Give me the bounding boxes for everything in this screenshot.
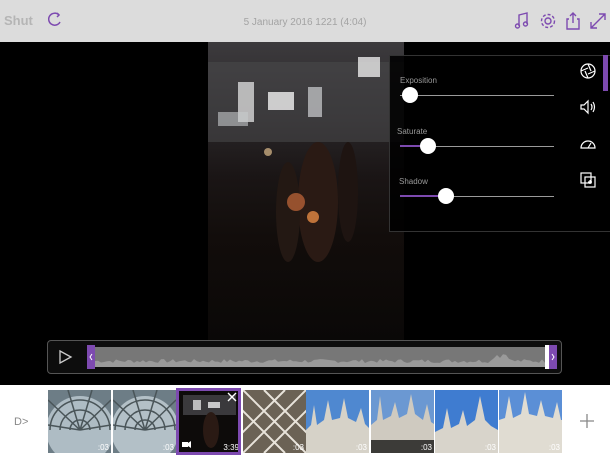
clip-duration: :03 [420, 443, 432, 452]
filmstrip-start-marker[interactable]: D> [14, 416, 28, 428]
play-icon[interactable] [55, 347, 75, 367]
trim-handle-right [549, 345, 557, 369]
music-note-icon[interactable] [512, 11, 532, 31]
saturate-thumb[interactable] [420, 138, 436, 154]
clip-duration: :03 [484, 443, 496, 452]
clip-thumbnail[interactable]: :03 [499, 390, 562, 453]
panel-scrollbar[interactable] [603, 55, 608, 91]
exposition-thumb[interactable] [402, 87, 418, 103]
plus-icon[interactable] [578, 412, 596, 430]
clip-thumbnail[interactable]: :03 [371, 390, 434, 453]
clip-thumbnail[interactable]: :03 [435, 390, 498, 453]
speedometer-icon[interactable] [578, 134, 598, 154]
clip-thumbnail[interactable]: :03 [243, 390, 306, 453]
trim-handle-left [87, 345, 95, 369]
shadow-thumb[interactable] [438, 188, 454, 204]
exposition-label: Exposition [400, 76, 437, 85]
clip-duration: :03 [292, 443, 304, 452]
clip-duration: :03 [97, 443, 109, 452]
close-icon[interactable] [227, 392, 237, 402]
crop-copy-icon[interactable] [578, 170, 598, 190]
clip-duration: :03 [548, 443, 560, 452]
clip-thumbnail[interactable]: :03 [113, 390, 176, 453]
gear-icon[interactable] [538, 11, 558, 31]
saturate-label: Saturate [397, 127, 428, 136]
clip-duration: 3:39 [223, 443, 239, 452]
clip-duration: :03 [162, 443, 174, 452]
share-icon[interactable] [563, 11, 583, 31]
clip-duration: :03 [355, 443, 367, 452]
video-frame[interactable] [208, 42, 404, 342]
exposition-track[interactable] [400, 95, 554, 96]
volume-icon[interactable] [578, 97, 598, 117]
aperture-icon[interactable] [578, 61, 598, 81]
clip-thumbnail[interactable]: :03 [48, 390, 111, 453]
playhead [545, 345, 549, 369]
clip-thumbnail[interactable]: :03 [306, 390, 369, 453]
expand-icon[interactable] [588, 11, 608, 31]
scrub-bar[interactable] [87, 345, 557, 369]
shadow-label: Shadow [399, 177, 428, 186]
